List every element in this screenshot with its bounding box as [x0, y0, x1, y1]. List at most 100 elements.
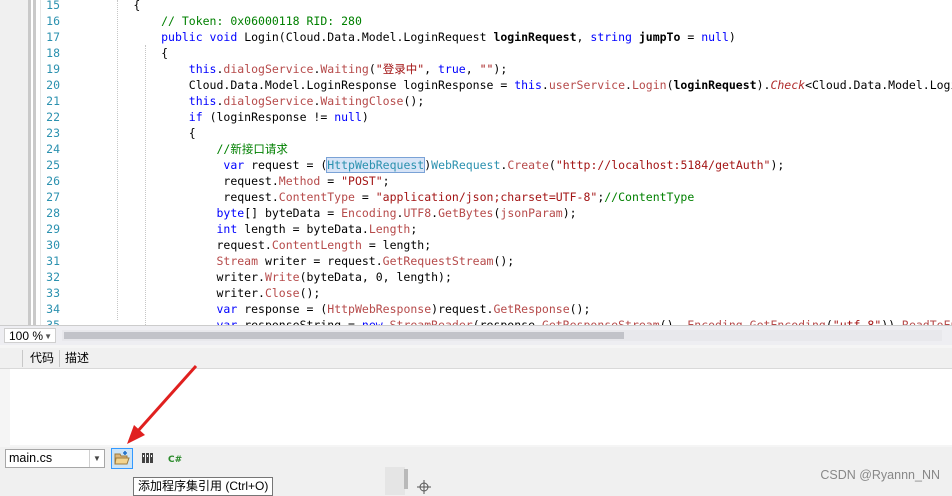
code-lines[interactable]: { // Token: 0x06000118 RID: 280 public v…: [78, 0, 952, 325]
line-numbers: 15 16 17 18 19 20 21 22 23 24 25 26 27 28 29 30 31 32 33 34…: [36, 0, 60, 325]
code-token: response = (: [244, 302, 328, 316]
code-line[interactable]: writer.Write(byteData, 0, length);: [78, 269, 952, 285]
column-header-description[interactable]: 描述: [65, 351, 89, 365]
editor-gutter: [8, 0, 28, 325]
line-number: 15: [46, 0, 60, 12]
editor-left-strip: [0, 0, 8, 325]
code-token: request = (: [251, 158, 328, 172]
code-token: loginRequest: [493, 30, 577, 44]
code-line[interactable]: Cloud.Data.Model.LoginResponse loginResp…: [78, 77, 952, 93]
code-token: GetBytes: [438, 206, 494, 220]
code-token: "登录中": [375, 62, 425, 76]
column-divider[interactable]: [22, 350, 23, 367]
code-token: ();: [299, 286, 321, 300]
code-token: Encoding: [687, 318, 743, 325]
code-token: (: [548, 158, 556, 172]
tooltip: 添加程序集引用 (Ctrl+O): [133, 477, 274, 496]
scrollbar-thumb[interactable]: [64, 332, 624, 339]
code-token: ContentLength: [271, 238, 362, 252]
code-token: ReadToEnd: [902, 318, 952, 325]
code-token: = length;: [361, 238, 432, 252]
line-number: 20: [46, 78, 60, 92]
assembly-list-button[interactable]: [138, 448, 160, 469]
code-token: dialogService: [223, 62, 314, 76]
line-number: 27: [46, 190, 60, 204]
code-line[interactable]: // Token: 0x06000118 RID: 280: [78, 13, 952, 29]
code-token: <Cloud.Data.Model.LoginResponse>();: [805, 78, 952, 92]
column-header-code[interactable]: 代码: [30, 351, 54, 365]
code-token: // Token: 0x06000118 RID: 280: [161, 14, 362, 28]
side-panel-tab[interactable]: [385, 467, 405, 495]
change-bar: [28, 0, 31, 325]
code-token: GetResponseStream: [541, 318, 660, 325]
code-token: Waiting: [320, 62, 369, 76]
column-divider[interactable]: [59, 350, 60, 367]
code-line[interactable]: public void Login(Cloud.Data.Model.Login…: [78, 29, 952, 45]
folder-open-icon: [114, 451, 130, 465]
code-token: string: [590, 30, 639, 44]
code-token: var: [223, 158, 252, 172]
code-line[interactable]: Stream writer = request.GetRequestStream…: [78, 253, 952, 269]
code-token: this: [188, 62, 217, 76]
line-number: 28: [46, 206, 60, 220]
code-line[interactable]: //新接口请求: [78, 141, 952, 157]
line-number: 25: [46, 158, 60, 172]
code-token: WebRequest: [431, 158, 501, 172]
code-line[interactable]: var responseString = new StreamReader(re…: [78, 317, 952, 325]
code-token: dialogService: [223, 94, 314, 108]
code-editor[interactable]: 15 16 17 18 19 20 21 22 23 24 25 26 27 28 29 30 31 32 33 34…: [0, 0, 952, 325]
code-line[interactable]: request.ContentType = "application/json;…: [78, 189, 952, 205]
language-csharp-button[interactable]: C#: [165, 448, 187, 469]
code-token: [] byteData =: [244, 206, 342, 220]
code-token: Encoding: [341, 206, 397, 220]
code-line[interactable]: int length = byteData.Length;: [78, 221, 952, 237]
code-line[interactable]: {: [78, 0, 952, 13]
code-token: Cloud.Data.Model.LoginResponse loginResp…: [78, 78, 515, 92]
code-token: ();: [569, 302, 591, 316]
code-token: new: [361, 318, 390, 325]
code-token: //ContentType: [604, 190, 695, 204]
add-assembly-reference-button[interactable]: [111, 448, 133, 469]
vertical-scrollbar-thumb[interactable]: [404, 469, 408, 489]
line-number: 22: [46, 110, 60, 124]
chevron-down-icon[interactable]: ▼: [89, 450, 104, 467]
code-token: request.: [78, 190, 279, 204]
error-list-header: 代码 描述: [0, 348, 952, 369]
code-line[interactable]: {: [78, 125, 952, 141]
code-line[interactable]: var response = (HttpWebResponse)request.…: [78, 301, 952, 317]
code-line[interactable]: request.ContentLength = length;: [78, 237, 952, 253]
code-token: ContentType: [278, 190, 355, 204]
code-line[interactable]: writer.Close();: [78, 285, 952, 301]
code-token: .: [742, 318, 750, 325]
code-line[interactable]: this.dialogService.WaitingClose();: [78, 93, 952, 109]
chevron-down-icon[interactable]: ▼: [44, 329, 52, 344]
horizontal-scrollbar[interactable]: [62, 330, 942, 341]
code-line[interactable]: var request = (HttpWebRequest)WebRequest…: [78, 157, 952, 173]
line-number: 19: [46, 62, 60, 76]
line-number: 32: [46, 270, 60, 284]
code-line[interactable]: this.dialogService.Waiting("登录中", true, …: [78, 61, 952, 77]
code-token: Close: [264, 286, 300, 300]
code-token: public void: [161, 30, 245, 44]
line-number: 29: [46, 222, 60, 236]
code-line[interactable]: {: [78, 45, 952, 61]
code-token: "POST": [341, 174, 383, 188]
bottom-toolbar: main.cs ▼ C# 添加程序集引用 (Ctrl+O) CSDN @Ryan…: [0, 447, 952, 496]
code-token: =: [680, 30, 702, 44]
code-token: ;: [410, 222, 418, 236]
code-token: //新接口请求: [216, 142, 288, 156]
code-token: ,: [576, 30, 591, 44]
code-token: UTF8: [403, 206, 432, 220]
code-line[interactable]: if (loginResponse != null): [78, 109, 952, 125]
file-select[interactable]: main.cs ▼: [5, 449, 105, 468]
code-token: ,: [424, 62, 438, 76]
zoom-select[interactable]: 100 % ▼: [4, 328, 56, 343]
code-line[interactable]: request.Method = "POST";: [78, 173, 952, 189]
code-line[interactable]: byte[] byteData = Encoding.UTF8.GetBytes…: [78, 205, 952, 221]
code-token: GetResponse: [493, 302, 570, 316]
code-token: )request.: [431, 302, 494, 316]
